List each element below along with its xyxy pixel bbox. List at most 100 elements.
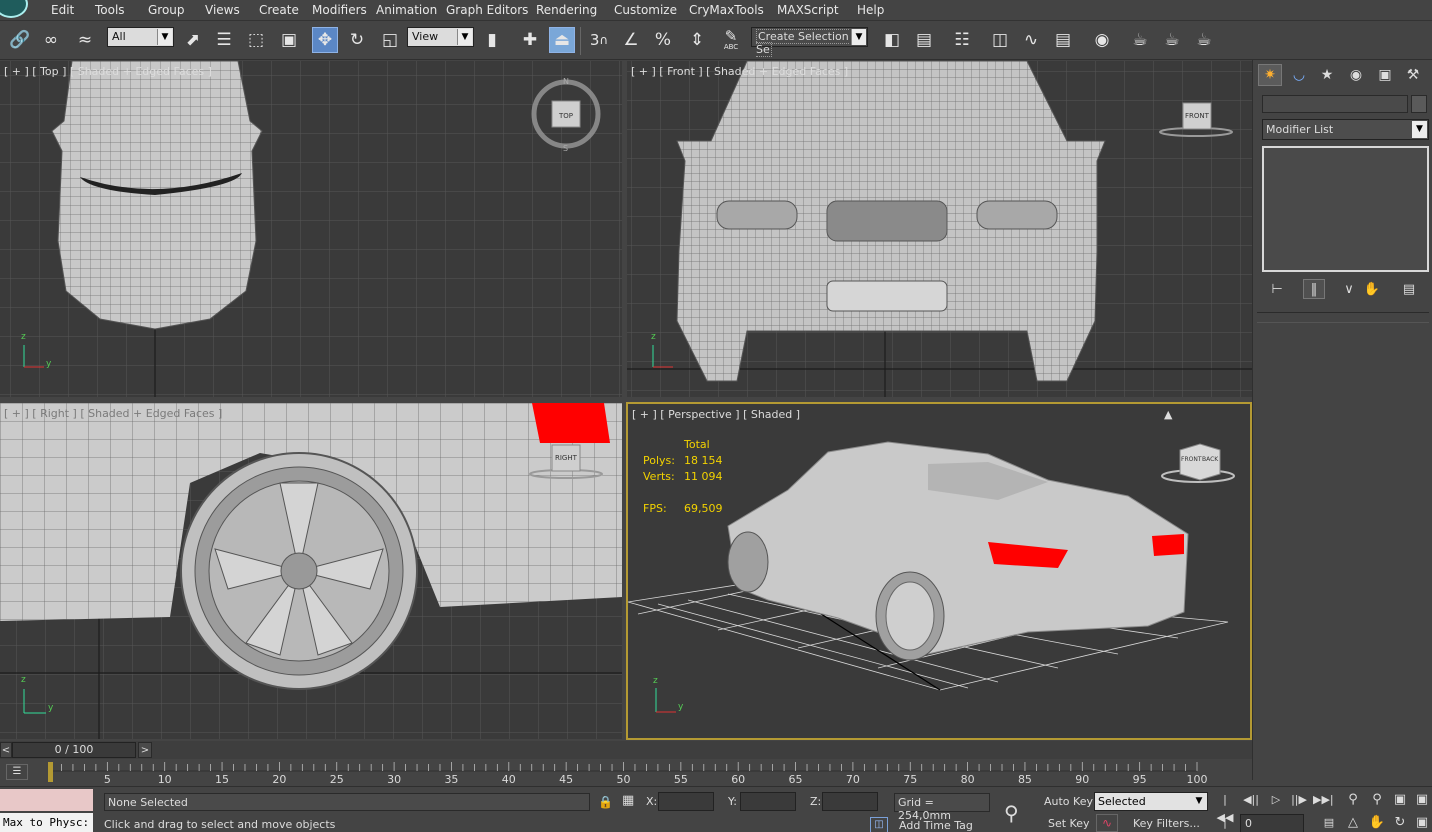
orbit-icon[interactable]: ↻ [1390,814,1410,832]
viewport-perspective[interactable]: [ + ] [ Perspective ] [ Shaded ] ▲ FRONT… [626,402,1252,740]
viewport-label-front[interactable]: [ + ] [ Front ] [ Shaded + Edged Faces ] [631,65,848,78]
utilities-tab-icon[interactable]: ⚒ [1401,64,1425,86]
viewport-front[interactable]: [ + ] [ Front ] [ Shaded + Edged Faces ]… [627,61,1252,397]
modifier-list-dropdown[interactable]: Modifier List ▼ [1262,119,1429,140]
object-color-swatch[interactable] [1411,95,1427,113]
motion-tab-icon[interactable]: ◉ [1344,64,1368,86]
menu-group[interactable]: Group [148,3,185,17]
time-configuration-icon[interactable]: ▤ [1319,814,1339,832]
angle-snap-icon[interactable]: ∠ [618,27,644,53]
pan-view-icon[interactable]: ✋ [1367,814,1387,832]
absolute-mode-icon[interactable]: ▦ [622,793,634,808]
rendered-frame-icon[interactable]: ☕ [1159,27,1185,53]
time-slider-thumb[interactable]: 0 / 100 [12,742,136,758]
lock-icon[interactable]: ▲ [1164,408,1172,421]
align-icon[interactable]: ▤ [911,27,937,53]
schematic-view-icon[interactable]: ▤ [1050,27,1076,53]
set-keys-key-icon[interactable]: ⚲ [1004,801,1019,825]
link-icon[interactable]: 🔗 [7,27,33,53]
percent-snap-icon[interactable]: % [650,27,676,53]
go-to-end-icon[interactable]: ▶▶| [1313,791,1334,809]
zoom-extents-icon[interactable]: ▣ [1390,791,1410,809]
y-coordinate-field[interactable] [740,792,796,811]
remove-modifier-icon[interactable]: ✋ [1361,279,1383,299]
rotate-icon[interactable]: ↻ [344,27,370,53]
menu-tools[interactable]: Tools [95,3,125,17]
viewcube-face-label-b[interactable]: BACK [1202,456,1218,463]
track-bar[interactable]: ☰ 5 10 15 20 25 30 35 40 45 50 55 60 65 70 75 80 85 90 95 1… [0,759,1252,786]
maxscript-listener-input[interactable]: Max to Physc: [0,813,93,832]
modifier-stack-list[interactable] [1262,146,1429,272]
maxscript-output[interactable] [0,789,93,811]
go-to-start-icon[interactable]: |◀◀ [1215,791,1235,824]
make-unique-icon[interactable]: ∨ [1338,279,1360,299]
viewport-label-right[interactable]: [ + ] [ Right ] [ Shaded + Edged Faces ] [4,407,222,420]
snap-toggle-icon[interactable]: 3 ∩ [586,27,612,53]
configure-modifier-sets-icon[interactable]: ▤ [1398,279,1420,299]
bind-spacewarp-icon[interactable]: ≈ [72,27,98,53]
pin-stack-icon[interactable]: ⊢ [1266,279,1288,299]
menu-help[interactable]: Help [857,3,884,17]
menu-edit[interactable]: Edit [51,3,74,17]
menu-crymaxtools[interactable]: CryMaxTools [689,3,764,17]
current-frame-marker[interactable] [48,762,53,782]
pivot-icon[interactable]: ▮ [479,27,505,53]
selection-lock-icon[interactable]: 🔒 [598,795,613,809]
field-of-view-icon[interactable]: △ [1343,814,1363,832]
menu-modifiers[interactable]: Modifiers [312,3,367,17]
select-by-name-icon[interactable]: ☰ [211,27,237,53]
layer-manager-icon[interactable]: ☷ [949,27,975,53]
menu-graph-editors[interactable]: Graph Editors [446,3,528,17]
viewport-label-top[interactable]: [ + ] [ Top ] [ Shaded + Edged Faces ] [4,65,212,78]
render-setup-icon[interactable]: ☕ [1127,27,1153,53]
named-selection-sets-dropdown[interactable]: Create Selection Se ▼ [751,27,868,57]
viewport-top[interactable]: [ + ] [ Top ] [ Shaded + Edged Faces ] T… [0,61,622,397]
previous-frame-icon[interactable]: < [0,742,12,758]
next-frame-icon[interactable]: > [138,742,152,758]
maximize-viewport-icon[interactable]: ▣ [1412,814,1432,832]
viewcube-face-label[interactable]: TOP [559,112,573,120]
next-key-icon[interactable]: ||▶ [1289,791,1309,809]
scale-icon[interactable]: ◱ [377,27,403,53]
menu-maxscript[interactable]: MAXScript [777,3,839,17]
curve-editor-icon[interactable]: ∿ [1018,27,1044,53]
viewport-label-perspective[interactable]: [ + ] [ Perspective ] [ Shaded ] [632,408,800,421]
zoom-extents-all-icon[interactable]: ▣ [1412,791,1432,809]
viewport-right[interactable]: [ + ] [ Right ] [ Shaded + Edged Faces ]… [0,403,622,739]
move-icon[interactable]: ✥ [312,27,338,53]
zoom-icon[interactable]: ⚲ [1343,791,1363,809]
key-selection-dropdown[interactable]: Selected ▼ [1094,792,1208,811]
menu-animation[interactable]: Animation [376,3,437,17]
viewcube-face-label[interactable]: FRONT [1185,112,1209,120]
material-editor-icon[interactable]: ◉ [1089,27,1115,53]
window-crossing-icon[interactable]: ▣ [276,27,302,53]
auto-key-button[interactable]: Auto Key [1044,795,1093,808]
z-coordinate-field[interactable] [822,792,878,811]
set-key-curve-icon[interactable]: ∿ [1096,814,1118,832]
key-mode-toggle-icon[interactable]: |◀▶ [1215,814,1235,832]
menu-rendering[interactable]: Rendering [536,3,597,17]
previous-key-icon[interactable]: ◀|| [1241,791,1261,809]
x-coordinate-field[interactable] [658,792,714,811]
edit-named-selection-icon[interactable]: ✎ ABC [718,27,744,53]
hierarchy-tab-icon[interactable]: ★ [1315,64,1339,86]
app-logo-icon[interactable] [0,0,36,21]
set-key-button[interactable]: Set Key [1048,817,1090,830]
play-icon[interactable]: ▷ [1266,791,1286,809]
spinner-snap-icon[interactable]: ⇕ [684,27,710,53]
object-name-field[interactable] [1262,95,1408,113]
modify-tab-icon[interactable]: ◡ [1287,64,1311,86]
key-filters-button[interactable]: Key Filters... [1133,817,1200,830]
current-frame-field[interactable]: 0 [1240,814,1304,832]
unlink-icon[interactable]: ∞ [38,27,64,53]
selection-filter-dropdown[interactable]: All ▼ [107,27,174,47]
reference-coordinate-dropdown[interactable]: View ▼ [407,27,474,47]
render-icon[interactable]: ☕ [1191,27,1217,53]
select-object-icon[interactable]: ⬈ [180,27,206,53]
menu-create[interactable]: Create [259,3,299,17]
zoom-all-icon[interactable]: ⚲ [1367,791,1387,809]
display-tab-icon[interactable]: ▣ [1373,64,1397,86]
viewcube-face-label[interactable]: RIGHT [555,454,577,462]
menu-customize[interactable]: Customize [614,3,677,17]
add-time-tag-button[interactable]: Add Time Tag [899,819,973,832]
